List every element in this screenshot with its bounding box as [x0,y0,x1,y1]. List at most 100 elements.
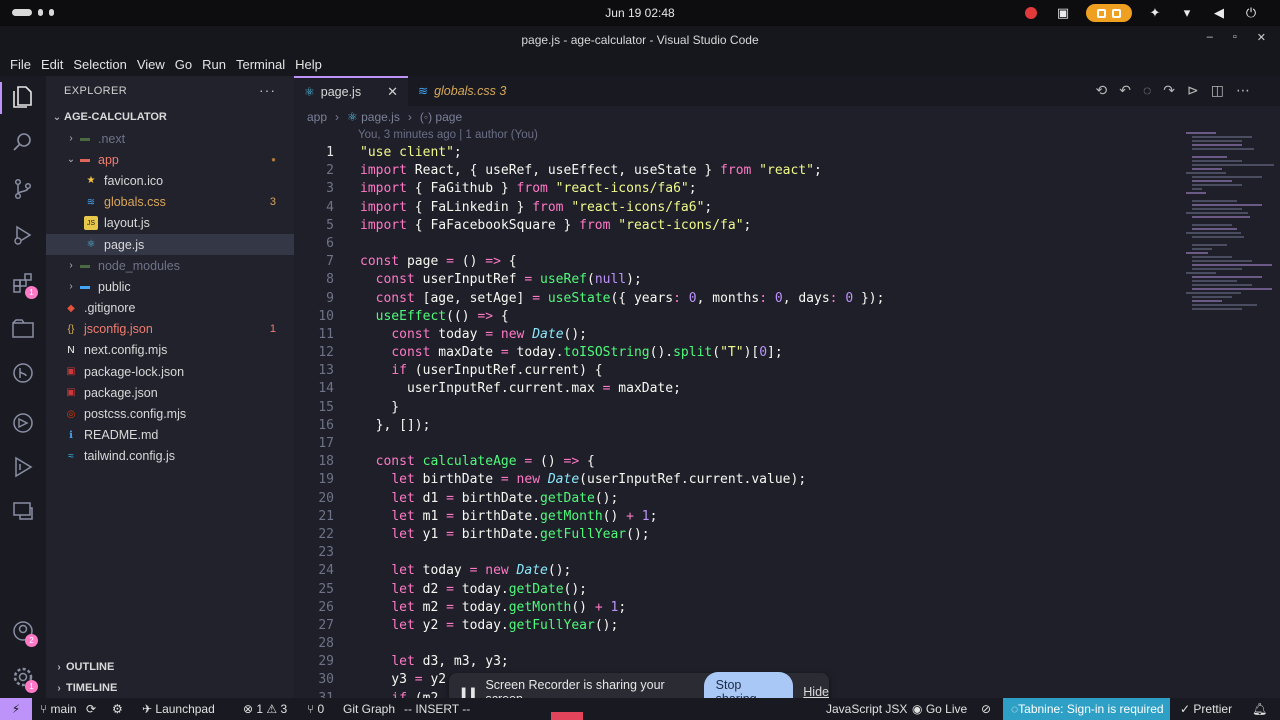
code-line[interactable]: 9 const [age, setAge] = useState({ years… [294,290,1174,308]
outline-section-header[interactable]: › OUTLINE [46,656,294,678]
breadcrumb-file[interactable]: ⚛ page.js [347,110,400,124]
maximize-button[interactable]: ▫ [1233,31,1237,44]
tree-folder[interactable]: › ▬ node_modules [46,255,294,276]
timeline-section-header[interactable]: › TIMELINE [46,677,294,699]
code-line[interactable]: 19 let birthDate = new Date(userInputRef… [294,471,1174,489]
tree-file[interactable]: ℹ README.md [46,425,294,446]
menu-help[interactable]: Help [290,54,327,76]
tree-file[interactable]: ★ favicon.ico [46,170,294,191]
settings-gear-icon[interactable]: 1 [10,664,38,693]
timeline-history-icon[interactable]: ⟲ [1096,82,1108,99]
live-share-icon[interactable] [10,410,36,436]
no-copilot-icon[interactable]: ⊘ [981,702,991,716]
code-line[interactable]: 28 [294,635,1174,653]
prettier-button[interactable]: ✓ Prettier [1180,702,1232,716]
code-line[interactable]: 18 const calculateAge = () => { [294,453,1174,471]
tree-file[interactable]: JS layout.js [46,213,294,234]
minimap[interactable] [1182,128,1274,378]
split-editor-icon[interactable]: ◫ [1211,82,1224,99]
notifications-bell-icon[interactable]: 🔔︎ [1252,702,1267,716]
tree-file[interactable]: ◆ .gitignore [46,298,294,319]
run-file-icon[interactable]: ⊳ [1187,82,1199,99]
launchpad-button[interactable]: ✈ Launchpad [142,702,215,716]
account-icon[interactable]: 2 [10,618,38,647]
menu-edit[interactable]: Edit [36,54,68,76]
testing-icon[interactable] [10,454,36,480]
code-line[interactable]: 25 let d2 = today.getDate(); [294,581,1174,599]
tree-folder[interactable]: › ▬ .next [46,128,294,149]
code-line[interactable]: 1 "use client"; [294,144,1174,162]
menu-go[interactable]: Go [170,54,197,76]
go-live-button[interactable]: ◉ Go Live [912,702,967,716]
git-lens-icon[interactable]: ⚙ [112,702,123,716]
code-line[interactable]: 3 import { FaGithub } from "react-icons/f… [294,180,1174,198]
recording-indicator-icon[interactable] [1022,4,1040,22]
language-mode-button[interactable]: JavaScript JSX [826,702,907,716]
volume-icon[interactable]: ◀ [1210,4,1228,22]
power-icon[interactable]: ⏻ [1242,4,1260,22]
menu-run[interactable]: Run [197,54,231,76]
code-editor[interactable]: 1 "use client"; 2 import React, { useRef, u… [294,144,1174,708]
tabnine-status-button[interactable]: ◌ Tabnine: Sign-in is required [1003,698,1170,720]
git-blame-codelens[interactable]: You, 3 minutes ago | 1 author (You) [358,129,538,141]
tree-file[interactable]: ▣ package-lock.json [46,361,294,382]
code-line[interactable]: 27 let y2 = today.getFullYear(); [294,617,1174,635]
code-line[interactable]: 4 import { FaLinkedin } from "react-icons… [294,199,1174,217]
tree-file[interactable]: ≈ tailwind.config.js [46,446,294,467]
branch-indicator[interactable]: ⑂ main [40,702,77,716]
search-icon[interactable] [10,129,36,155]
run-debug-icon[interactable] [10,222,36,248]
tree-folder[interactable]: › ▬ public [46,276,294,297]
close-tab-icon[interactable]: ✕ [387,84,398,100]
git-graph-icon[interactable] [10,360,36,386]
code-line[interactable]: 5 import { FaFacebookSquare } from "react… [294,217,1174,235]
code-line[interactable]: 20 let d1 = birthDate.getDate(); [294,490,1174,508]
clipboard-icon[interactable]: ▣ [1054,4,1072,22]
tree-file[interactable]: {} jsconfig.json 1 [46,319,294,340]
minimize-button[interactable]: – [1207,31,1213,44]
ports-indicator[interactable]: ⑂ 0 [307,702,324,716]
code-line[interactable]: 12 const maxDate = today.toISOString().s… [294,344,1174,362]
menu-terminal[interactable]: Terminal [231,54,290,76]
code-line[interactable]: 24 let today = new Date(); [294,562,1174,580]
code-line[interactable]: 2 import React, { useRef, useEffect, useS… [294,162,1174,180]
explorer-icon[interactable] [10,84,36,110]
close-window-button[interactable]: ✕ [1257,31,1266,44]
tree-folder[interactable]: ⌄ ▬ app ● [46,149,294,170]
problems-indicator[interactable]: ⊗ 1 ⚠ 3 [243,702,287,716]
code-line[interactable]: 17 [294,435,1174,453]
breadcrumb-symbol[interactable]: (◦) page [420,110,462,124]
code-line[interactable]: 7 const page = () => { [294,253,1174,271]
source-control-icon[interactable] [10,176,36,202]
screen-share-indicator-icon[interactable] [1086,4,1132,22]
code-line[interactable]: 13 if (userInputRef.current) { [294,362,1174,380]
tree-file[interactable]: Nnext.config.mjs [46,340,294,361]
menu-selection[interactable]: Selection [68,54,131,76]
code-line[interactable]: 16 }, []); [294,417,1174,435]
code-line[interactable]: 29 let d3, m3, y3; [294,653,1174,671]
tab-globals-css[interactable]: ≋ globals.css 3 [408,76,516,106]
go-forward-icon[interactable]: ↷ [1163,82,1175,99]
wifi-icon[interactable]: ▾ [1178,4,1196,22]
code-line[interactable]: 21 let m1 = birthDate.getMonth() + 1; [294,508,1174,526]
more-actions-icon[interactable]: ⋯ [1236,82,1250,99]
code-line[interactable]: 15 } [294,399,1174,417]
vertical-scrollbar[interactable] [1270,128,1280,698]
code-line[interactable]: 14 userInputRef.current.max = maxDate; [294,380,1174,398]
menu-view[interactable]: View [132,54,170,76]
tree-file[interactable]: ⚛ page.js [46,233,294,256]
tree-file[interactable]: ▣ package.json [46,382,294,403]
menu-file[interactable]: File [5,54,36,76]
tree-file[interactable]: ◎ postcss.config.mjs [46,403,294,424]
git-graph-button[interactable]: Git Graph [343,702,395,716]
open-changes-icon[interactable]: ◌ [1143,82,1151,99]
accessibility-icon[interactable]: ✦ [1146,4,1164,22]
explorer-more-actions-button[interactable]: ··· [259,82,276,98]
remote-indicator-button[interactable]: ⚡ [0,698,32,720]
go-back-icon[interactable]: ↶ [1119,82,1131,99]
code-line[interactable]: 11 const today = new Date(); [294,326,1174,344]
tree-file[interactable]: ≋ globals.css 3 [46,192,294,213]
code-line[interactable]: 23 [294,544,1174,562]
extensions-icon[interactable]: 1 [10,270,38,299]
code-line[interactable]: 22 let y1 = birthDate.getFullYear(); [294,526,1174,544]
